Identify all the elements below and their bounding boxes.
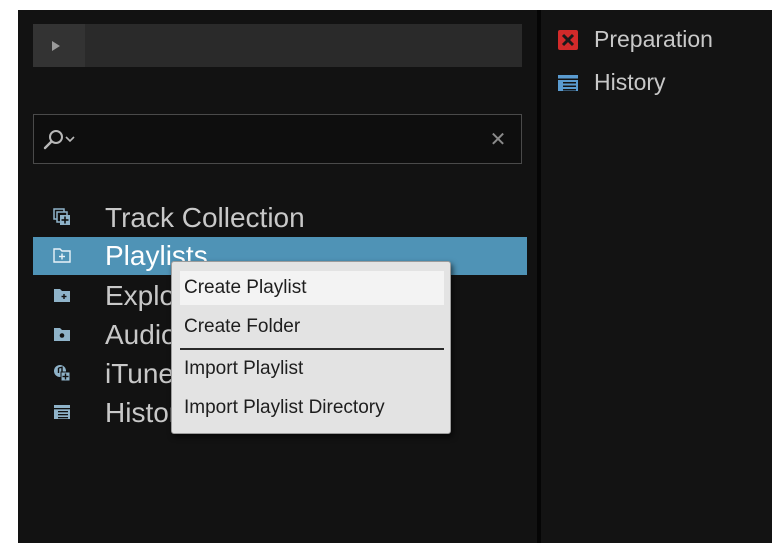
tree-item-track-collection[interactable]: Track Collection [33, 199, 527, 237]
audio-recordings-folder-icon [54, 328, 70, 341]
favorite-item-preparation[interactable]: Preparation [558, 24, 772, 54]
favorite-item-history[interactable]: History [558, 67, 772, 97]
playlists-context-menu: Create Playlist Create Folder Import Pla… [171, 261, 451, 434]
traktor-browser-window: ✕ Track Collection Playlists Explorer Au… [18, 10, 772, 543]
close-icon[interactable]: ✕ [487, 128, 509, 150]
favorite-item-label: History [594, 69, 666, 95]
itunes-icon [54, 365, 71, 382]
favorites-panel: Preparation History [541, 10, 772, 543]
explorer-folder-icon [54, 289, 70, 302]
search-icon[interactable] [42, 128, 66, 152]
tree-item-label: Track Collection [105, 202, 305, 233]
menu-item-import-playlist-directory[interactable]: Import Playlist Directory [180, 391, 444, 425]
menu-separator [180, 348, 444, 350]
play-icon [52, 40, 60, 51]
search-box[interactable]: ✕ [33, 114, 522, 164]
preparation-icon [558, 30, 578, 50]
favorite-item-label: Preparation [594, 26, 713, 52]
menu-item-create-folder[interactable]: Create Folder [180, 310, 444, 344]
chevron-down-icon[interactable] [65, 134, 75, 144]
browser-tree-panel: ✕ Track Collection Playlists Explorer Au… [18, 10, 537, 543]
track-collection-icon [53, 208, 70, 225]
menu-item-import-playlist[interactable]: Import Playlist [180, 352, 444, 386]
preview-play-button[interactable] [33, 24, 85, 67]
search-input[interactable] [82, 125, 486, 155]
menu-item-create-playlist[interactable]: Create Playlist [180, 271, 444, 305]
history-list-icon [558, 75, 578, 91]
playlists-folder-icon [53, 248, 71, 263]
preview-player-bar[interactable] [33, 24, 522, 67]
history-icon [54, 405, 70, 419]
